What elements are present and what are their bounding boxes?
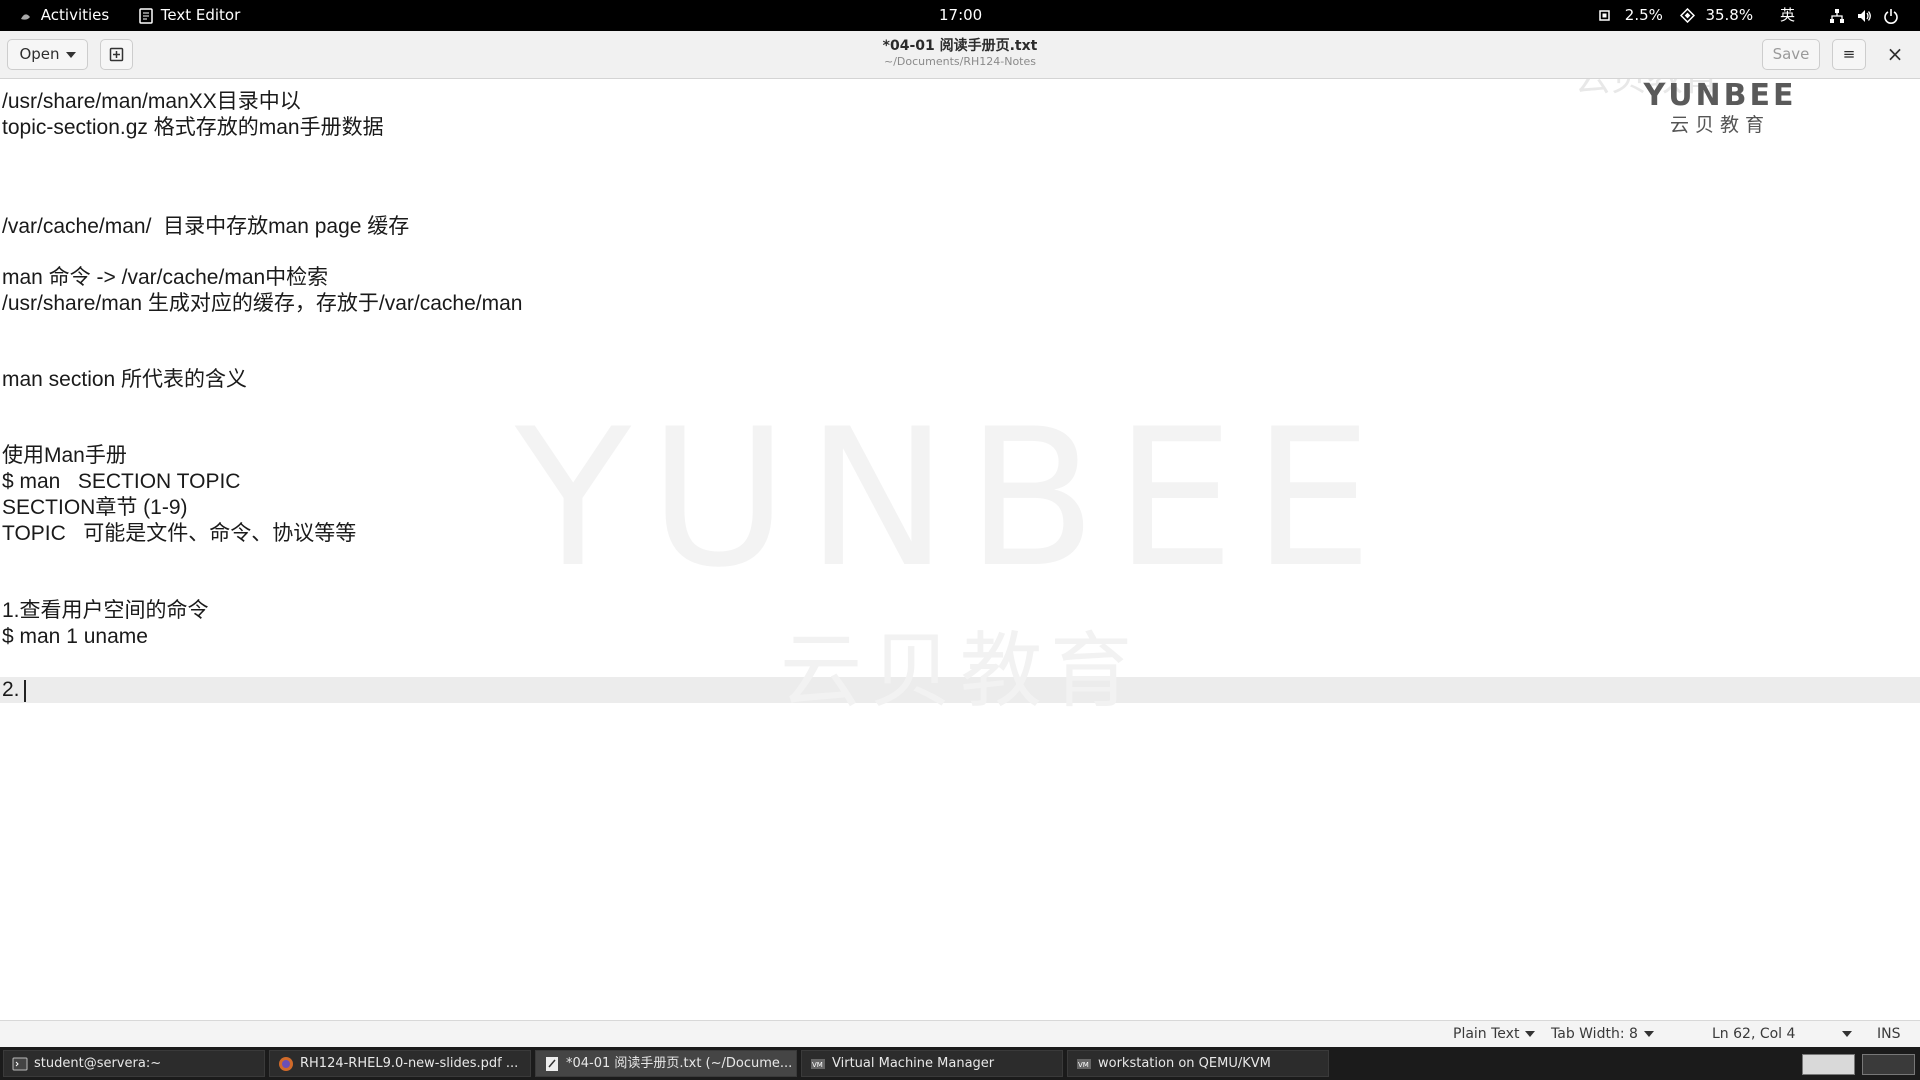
text-line[interactable]: /var/cache/man/ 目录中存放man page 缓存 [2, 214, 409, 240]
watermark: YUNBEE 云贝教育 [515, 388, 1391, 720]
document-title: *04-01 阅读手册页.txt [882, 38, 1038, 54]
insert-mode-indicator[interactable]: INS [1877, 1021, 1901, 1047]
tab-width-selector[interactable]: Tab Width: 8 [1551, 1021, 1654, 1047]
text-line[interactable]: /usr/share/man 生成对应的缓存，存放于/var/cache/man [2, 291, 522, 317]
svg-text:VM: VM [1078, 1061, 1089, 1069]
watermark-logo: YUNBEE 云贝教育 [1640, 79, 1800, 137]
task-text-editor[interactable]: *04-01 阅读手册页.txt (~/Docume... [535, 1050, 797, 1077]
chevron-down-icon [65, 51, 76, 58]
main-menu-button[interactable]: ≡ [1832, 39, 1866, 70]
position-menu-button[interactable] [1836, 1021, 1852, 1047]
chevron-down-icon [1643, 1031, 1654, 1037]
task-pdf-viewer[interactable]: RH124-RHEL9.0-new-slides.pdf ... [269, 1050, 531, 1077]
network-wired-icon [1830, 8, 1844, 23]
open-button-label: Open [19, 45, 60, 63]
app-menu[interactable]: Text Editor [139, 0, 240, 31]
close-window-button[interactable]: × [1880, 39, 1910, 70]
task-label: workstation on QEMU/KVM [1098, 1056, 1271, 1071]
workspace-1[interactable] [1802, 1054, 1855, 1075]
status-bar: Plain Text Tab Width: 8 Ln 62, Col 4 INS [0, 1020, 1920, 1047]
text-editor-icon [139, 7, 153, 24]
system-status-area[interactable] [1829, 0, 1899, 31]
watermark-text: YUNBEE [515, 388, 1391, 609]
workspace-2[interactable] [1862, 1054, 1915, 1075]
language-label: Plain Text [1453, 1026, 1520, 1042]
text-line[interactable]: 2. [2, 677, 20, 703]
new-document-icon [109, 47, 124, 62]
task-label: RH124-RHEL9.0-new-slides.pdf ... [300, 1056, 519, 1071]
power-icon [1883, 8, 1898, 24]
text-cursor [24, 680, 26, 702]
text-line[interactable]: 使用Man手册 [2, 443, 127, 469]
text-line[interactable]: SECTION章节 (1-9) [2, 495, 188, 521]
task-terminal[interactable]: student@servera:~ [3, 1050, 265, 1077]
window-title-block: *04-01 阅读手册页.txt ~/Documents/RH124-Notes [0, 37, 1920, 69]
task-label: *04-01 阅读手册页.txt (~/Docume... [566, 1056, 793, 1071]
logo-text: YUNBEE [1643, 79, 1797, 113]
clock[interactable]: 17:00 [939, 0, 982, 31]
text-line[interactable]: $ man SECTION TOPIC [2, 469, 240, 495]
memory-icon [1679, 8, 1695, 23]
gnome-foot-icon [21, 13, 30, 20]
header-bar: Open *04-01 阅读手册页.txt ~/Documents/RH124-… [0, 31, 1920, 79]
text-editor-icon [546, 1056, 558, 1071]
taskbar: student@servera:~ RH124-RHEL9.0-new-slid… [0, 1047, 1920, 1080]
text-line[interactable]: $ man 1 uname [2, 624, 148, 650]
watermark-subtext: 云贝教育 [780, 624, 1141, 719]
task-label: Virtual Machine Manager [832, 1056, 995, 1071]
volume-icon [1857, 9, 1871, 22]
chevron-down-icon [1525, 1031, 1536, 1037]
text-line[interactable]: man section 所代表的含义 [2, 367, 247, 393]
text-line[interactable]: 1.查看用户空间的命令 [2, 598, 209, 624]
cpu-icon [1599, 10, 1610, 21]
activities-button[interactable]: Activities [18, 0, 109, 31]
virt-manager-icon: VM [811, 1058, 825, 1069]
document-path: ~/Documents/RH124-Notes [884, 55, 1036, 68]
input-method-indicator[interactable]: 英 [1780, 0, 1795, 31]
save-button[interactable]: Save [1762, 39, 1820, 70]
system-monitor[interactable]: 2.5% 35.8% [1597, 0, 1753, 31]
text-line[interactable]: /usr/share/man/manXX目录中以 [2, 89, 301, 115]
new-tab-button[interactable] [100, 39, 133, 70]
cpu-usage: 2.5% [1624, 6, 1663, 24]
logo-subtext: 云贝教育 [1669, 114, 1770, 136]
text-line[interactable]: TOPIC 可能是文件、命令、协议等等 [2, 521, 356, 547]
text-line[interactable]: topic-section.gz 格式存放的man手册数据 [2, 115, 384, 141]
memory-usage: 35.8% [1705, 6, 1754, 24]
current-line-highlight [0, 677, 1920, 703]
app-name-label: Text Editor [160, 6, 241, 24]
tab-width-label: Tab Width: 8 [1551, 1026, 1638, 1042]
task-label: student@servera:~ [34, 1056, 162, 1071]
virt-manager-icon: VM [1077, 1058, 1091, 1069]
open-button[interactable]: Open [7, 39, 88, 70]
top-bar: Activities Text Editor 17:00 2.5% 35.8% … [0, 0, 1920, 31]
language-selector[interactable]: Plain Text [1453, 1021, 1536, 1047]
terminal-icon [12, 1057, 28, 1070]
task-virt-manager[interactable]: VM Virtual Machine Manager [801, 1050, 1063, 1077]
text-editor-area[interactable]: YUNBEE 云贝教育 云贝教育 YUNBEE 云贝教育 /usr/share/… [0, 79, 1920, 1020]
firefox-icon [279, 1056, 293, 1071]
task-vm-console[interactable]: VM workstation on QEMU/KVM [1067, 1050, 1329, 1077]
activities-label: Activities [40, 6, 110, 24]
cursor-position[interactable]: Ln 62, Col 4 [1712, 1021, 1795, 1047]
svg-text:VM: VM [812, 1061, 823, 1069]
text-line[interactable]: man 命令 -> /var/cache/man中检索 [2, 265, 328, 291]
chevron-down-icon [1842, 1031, 1852, 1037]
